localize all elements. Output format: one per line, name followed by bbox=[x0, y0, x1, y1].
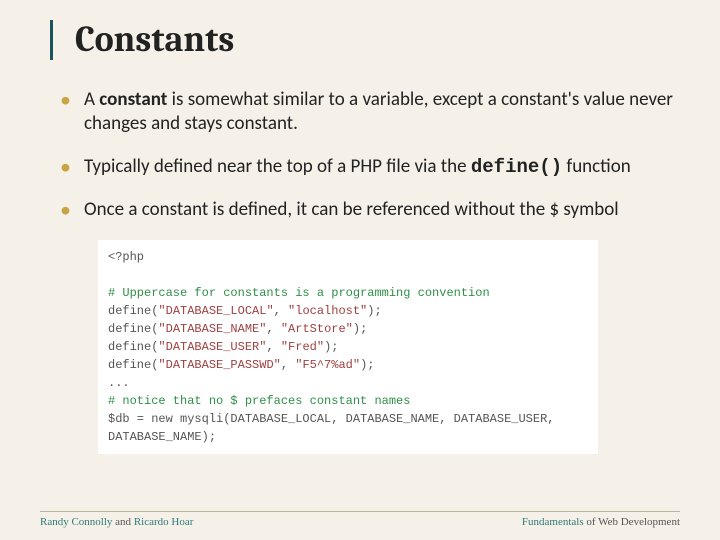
code-line: <?php bbox=[108, 248, 588, 266]
code-line: DATABASE_NAME); bbox=[108, 428, 588, 446]
bullet-1-pre: A bbox=[84, 88, 99, 111]
bullet-list: A constant is somewhat similar to a vari… bbox=[54, 88, 680, 223]
title-container: Constants bbox=[50, 20, 680, 60]
footer-left: Randy Connolly and Ricardo Hoar bbox=[40, 516, 193, 528]
code-line: define("DATABASE_NAME", "ArtStore"); bbox=[108, 320, 588, 338]
code-blank bbox=[108, 266, 588, 284]
bullet-3: Once a constant is defined, it can be re… bbox=[54, 198, 680, 223]
code-line: $db = new mysqli(DATABASE_LOCAL, DATABAS… bbox=[108, 410, 588, 428]
author-2: Ricardo Hoar bbox=[134, 516, 194, 528]
bullet-2-post: function bbox=[562, 155, 631, 178]
code-line: define("DATABASE_USER", "Fred"); bbox=[108, 338, 588, 356]
footer: Randy Connolly and Ricardo Hoar Fundamen… bbox=[40, 511, 680, 528]
bullet-2-pre: Typically defined near the top of a PHP … bbox=[84, 155, 471, 178]
bullet-2: Typically defined near the top of a PHP … bbox=[54, 155, 680, 180]
book-title-b: of Web Development bbox=[584, 516, 680, 528]
bullet-1-post: is somewhat similar to a variable, excep… bbox=[84, 88, 673, 136]
book-title-a: Fundamentals bbox=[522, 516, 584, 528]
bullet-2-code: define() bbox=[471, 156, 562, 178]
code-line: define("DATABASE_LOCAL", "localhost"); bbox=[108, 302, 588, 320]
code-line: define("DATABASE_PASSWD", "F5^7%ad"); bbox=[108, 356, 588, 374]
author-1: Randy Connolly bbox=[40, 516, 112, 528]
footer-right: Fundamentals of Web Development bbox=[522, 516, 680, 528]
bullet-1-bold: constant bbox=[99, 88, 167, 111]
code-comment: # Uppercase for constants is a programmi… bbox=[108, 284, 588, 302]
code-comment: # notice that no $ prefaces constant nam… bbox=[108, 392, 588, 410]
content-area: A constant is somewhat similar to a vari… bbox=[40, 88, 680, 455]
slide: Constants A constant is somewhat similar… bbox=[0, 0, 720, 540]
slide-title: Constants bbox=[75, 20, 680, 60]
footer-and: and bbox=[112, 516, 133, 528]
code-block: <?php # Uppercase for constants is a pro… bbox=[98, 240, 598, 454]
code-line: ... bbox=[108, 374, 588, 392]
bullet-1: A constant is somewhat similar to a vari… bbox=[54, 88, 680, 137]
